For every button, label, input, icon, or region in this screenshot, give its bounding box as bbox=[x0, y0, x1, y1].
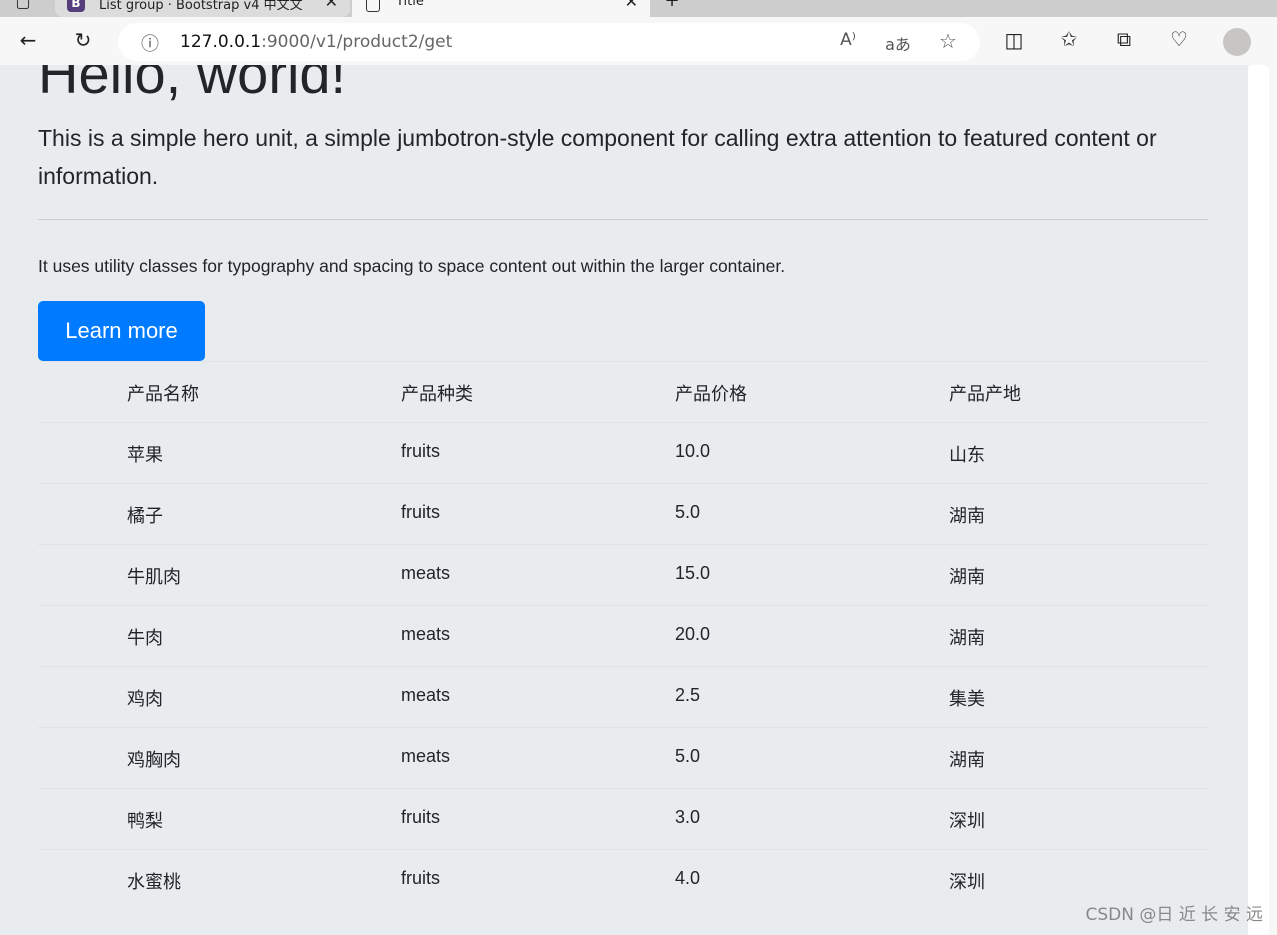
hero-title: Hello, world! bbox=[38, 65, 347, 105]
header-name: 产品名称 bbox=[127, 384, 199, 404]
favorites-icon[interactable]: ✩ bbox=[1054, 27, 1084, 51]
cell-origin: 湖南 bbox=[949, 750, 985, 770]
watermark: CSDN @日 近 长 安 远 bbox=[1085, 905, 1264, 925]
cell-price: 3.0 bbox=[675, 807, 701, 827]
cell-category: fruits bbox=[401, 868, 441, 888]
learn-more-button[interactable]: Learn more bbox=[38, 301, 205, 361]
back-icon[interactable]: ← bbox=[13, 28, 43, 52]
cell-category: meats bbox=[401, 563, 451, 583]
product-table: 产品名称 产品种类 产品价格 产品产地 苹果 fruits 10.0 山东橘子 frui… bbox=[38, 361, 1208, 910]
cell-category: fruits bbox=[401, 502, 441, 522]
read-aloud-icon[interactable]: A⁾ bbox=[833, 30, 863, 50]
tab-title-active[interactable]: Title ✕ bbox=[352, 0, 650, 17]
collections-icon[interactable]: ⧉ bbox=[1109, 27, 1139, 51]
cell-origin: 深圳 bbox=[949, 872, 985, 892]
profile-avatar[interactable] bbox=[1223, 28, 1251, 56]
cell-origin: 湖南 bbox=[949, 506, 985, 526]
cell-price: 10.0 bbox=[675, 441, 711, 461]
page-content: Hello, world! This is a simple hero unit… bbox=[0, 65, 1248, 935]
cell-origin: 山东 bbox=[949, 445, 985, 465]
table-row: 鸭梨 fruits 3.0 深圳 bbox=[38, 788, 1208, 849]
table-row: 鸡胸肉 meats 5.0 湖南 bbox=[38, 727, 1208, 788]
info-icon[interactable]: ⓘ bbox=[135, 30, 165, 56]
cell-name: 鸭梨 bbox=[127, 811, 163, 831]
cell-origin: 湖南 bbox=[949, 567, 985, 587]
hero-lead: This is a simple hero unit, a simple jum… bbox=[38, 125, 1157, 189]
cell-name: 鸡胸肉 bbox=[127, 750, 181, 770]
cell-category: fruits bbox=[401, 807, 441, 827]
scrollbar[interactable] bbox=[1248, 65, 1269, 935]
tab-actions-icon[interactable]: ▢ bbox=[8, 0, 38, 11]
hero-text: It uses utility classes for typography a… bbox=[38, 256, 786, 276]
header-category: 产品种类 bbox=[401, 384, 473, 404]
split-screen-icon[interactable]: ◫ bbox=[999, 28, 1029, 52]
table-row: 橘子 fruits 5.0 湖南 bbox=[38, 483, 1208, 544]
cell-origin: 湖南 bbox=[949, 628, 985, 648]
tab-strip: ▢ B List group · Bootstrap v4 中文文 ✕ Titl… bbox=[0, 0, 1277, 17]
close-tab-icon[interactable]: ✕ bbox=[625, 0, 638, 11]
tab-title: List group · Bootstrap v4 中文文 bbox=[99, 0, 303, 13]
refresh-icon[interactable]: ↻ bbox=[68, 28, 98, 52]
cell-category: meats bbox=[401, 624, 451, 644]
browser-toolbar: ← ↻ ⓘ 127.0.0.1:9000/v1/product2/get A⁾ … bbox=[0, 17, 1277, 65]
cell-price: 20.0 bbox=[675, 624, 711, 644]
table-row: 苹果 fruits 10.0 山东 bbox=[38, 422, 1208, 483]
cell-name: 牛肌肉 bbox=[127, 567, 181, 587]
header-origin: 产品产地 bbox=[949, 384, 1021, 404]
tab-title: Title bbox=[396, 0, 424, 9]
cell-price: 2.5 bbox=[675, 685, 701, 705]
cell-price: 15.0 bbox=[675, 563, 711, 583]
page-favicon-icon bbox=[366, 0, 380, 12]
table-row: 牛肌肉 meats 15.0 湖南 bbox=[38, 544, 1208, 605]
table-row: 鸡肉 meats 2.5 集美 bbox=[38, 666, 1208, 727]
cell-name: 水蜜桃 bbox=[127, 872, 181, 892]
cell-category: meats bbox=[401, 746, 451, 766]
bootstrap-favicon-icon: B bbox=[67, 0, 85, 12]
translate-icon[interactable]: aあ bbox=[883, 31, 913, 55]
address-bar[interactable]: ⓘ 127.0.0.1:9000/v1/product2/get A⁾ aあ ☆ bbox=[118, 23, 980, 61]
cell-name: 牛肉 bbox=[127, 628, 163, 648]
header-price: 产品价格 bbox=[675, 384, 747, 404]
cell-name: 橘子 bbox=[127, 506, 163, 526]
cell-category: meats bbox=[401, 685, 451, 705]
cell-name: 苹果 bbox=[127, 445, 163, 465]
new-tab-icon[interactable]: + bbox=[657, 0, 687, 11]
cell-price: 5.0 bbox=[675, 502, 701, 522]
tab-list-group[interactable]: B List group · Bootstrap v4 中文文 ✕ bbox=[55, 0, 350, 17]
table-row: 水蜜桃 fruits 4.0 深圳 bbox=[38, 849, 1208, 910]
browser-essentials-icon[interactable]: ♡ bbox=[1164, 27, 1194, 51]
url-text[interactable]: 127.0.0.1:9000/v1/product2/get bbox=[180, 32, 452, 52]
cell-origin: 集美 bbox=[949, 689, 985, 709]
table-row: 牛肉 meats 20.0 湖南 bbox=[38, 605, 1208, 666]
cell-origin: 深圳 bbox=[949, 811, 985, 831]
table-header-row: 产品名称 产品种类 产品价格 产品产地 bbox=[38, 361, 1208, 422]
close-tab-icon[interactable]: ✕ bbox=[325, 0, 338, 11]
cell-category: fruits bbox=[401, 441, 441, 461]
favorite-star-icon[interactable]: ☆ bbox=[933, 29, 963, 53]
divider bbox=[38, 219, 1208, 220]
cell-name: 鸡肉 bbox=[127, 689, 163, 709]
cell-price: 5.0 bbox=[675, 746, 701, 766]
cell-price: 4.0 bbox=[675, 868, 701, 888]
